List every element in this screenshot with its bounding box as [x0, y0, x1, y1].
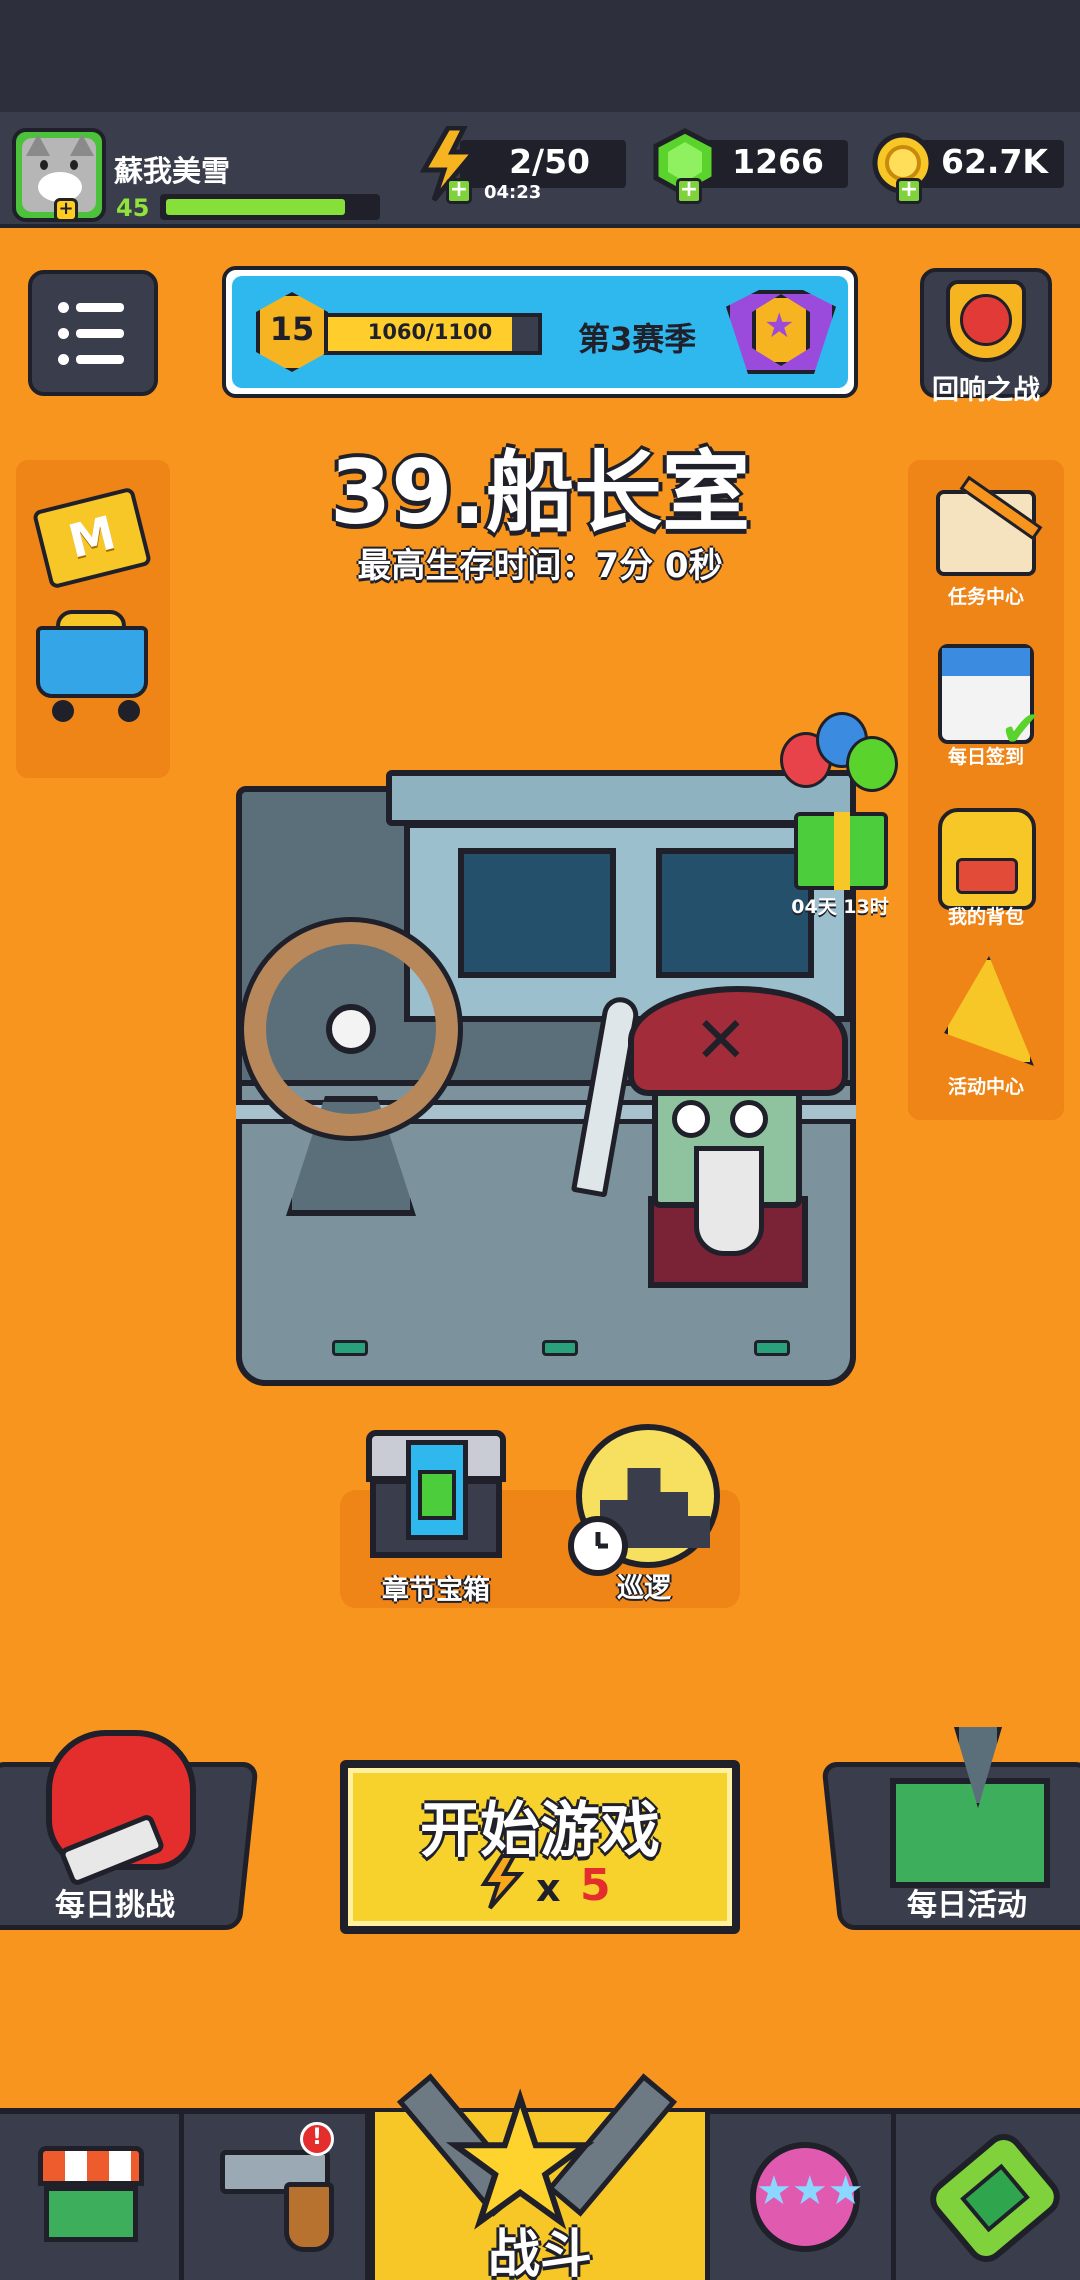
pirate-hat-x-icon: ✕ [694, 1004, 748, 1078]
nav-weapons[interactable] [184, 2114, 370, 2280]
event-center-label: 活动中心 [947, 1076, 1024, 1098]
pirate-eye [672, 1100, 710, 1138]
gun-grip-icon [284, 2182, 334, 2252]
treasure-map-icon [890, 1778, 1050, 1888]
menu-list-icon [76, 303, 124, 312]
menu-list-icon [76, 355, 124, 364]
cabin-window [458, 848, 616, 978]
gift-timer: 04天 13时 [791, 896, 889, 918]
daily-checkin-label: 每日签到 [947, 746, 1024, 768]
start-cost-value: 5 [580, 1860, 611, 1911]
status-bar [0, 0, 1080, 112]
clock-hands-icon [595, 1532, 608, 1549]
start-game-label: 开始游戏 [420, 1796, 660, 1866]
ship-wheel-hub [326, 1004, 376, 1054]
start-cost-multiplier: x [536, 1866, 561, 1910]
energy-value: 2/50 [509, 142, 590, 181]
shop-cart-icon[interactable] [36, 626, 148, 698]
task-center-label: 任务中心 [947, 586, 1024, 608]
cat-ear-right-icon [70, 134, 94, 156]
lightning-icon [480, 1854, 524, 1910]
add-energy-icon[interactable]: + [446, 178, 472, 204]
cat-ear-left-icon [26, 134, 50, 156]
player-level: 45 [116, 194, 150, 222]
alert-badge-icon: ! [300, 2122, 334, 2156]
cart-wheel-icon [118, 700, 140, 722]
menu-list-icon [58, 302, 69, 313]
add-coins-icon[interactable]: + [896, 178, 922, 204]
coin-value: 62.7K [941, 142, 1048, 181]
balloon-icon [846, 736, 898, 792]
backpack-pocket-icon [956, 858, 1018, 894]
floor-light [754, 1340, 790, 1356]
gift-ribbon [834, 812, 850, 890]
season-progress-text: 1060/1100 [367, 320, 493, 344]
orb-stars-icon: ★★★ [756, 2168, 864, 2214]
season-name: 第3赛季 [578, 320, 697, 358]
player-name: 蘇我美雪 [114, 154, 231, 188]
shop-icon [38, 2146, 144, 2186]
daily-activity-label: 每日活动 [907, 1888, 1027, 1923]
pirate-beard [694, 1146, 764, 1256]
menu-list-icon [76, 329, 124, 338]
floor-light [332, 1340, 368, 1356]
cat-eye-icon [40, 160, 48, 170]
plus-badge-icon: + [54, 198, 78, 222]
calendar-header-icon [942, 648, 1030, 676]
nav-battle-label: 战斗 [487, 2225, 592, 2280]
pirate-eye [730, 1100, 768, 1138]
energy-timer: 04:23 [484, 182, 542, 203]
echo-battle-label: 回响之战 [932, 375, 1040, 406]
demon-face-icon [960, 294, 1012, 346]
floor-light [542, 1340, 578, 1356]
cat-eye-icon [70, 160, 78, 170]
xp-bar-fill [166, 199, 345, 215]
season-level: 15 [269, 310, 315, 348]
menu-list-icon [58, 354, 69, 365]
patrol-label: 巡逻 [617, 1573, 671, 1604]
gem-value: 1266 [732, 142, 824, 181]
menu-list-icon [58, 328, 69, 339]
chapter-chest-label: 章节宝箱 [382, 1575, 490, 1606]
chest-core-icon [418, 1470, 456, 1520]
daily-challenge-label: 每日挑战 [55, 1888, 175, 1923]
my-backpack-label: 我的背包 [947, 906, 1024, 928]
star-icon: ★ [764, 306, 795, 346]
shop-body-icon [44, 2186, 138, 2242]
add-gems-icon[interactable]: + [676, 178, 702, 204]
cart-wheel-icon [52, 700, 74, 722]
